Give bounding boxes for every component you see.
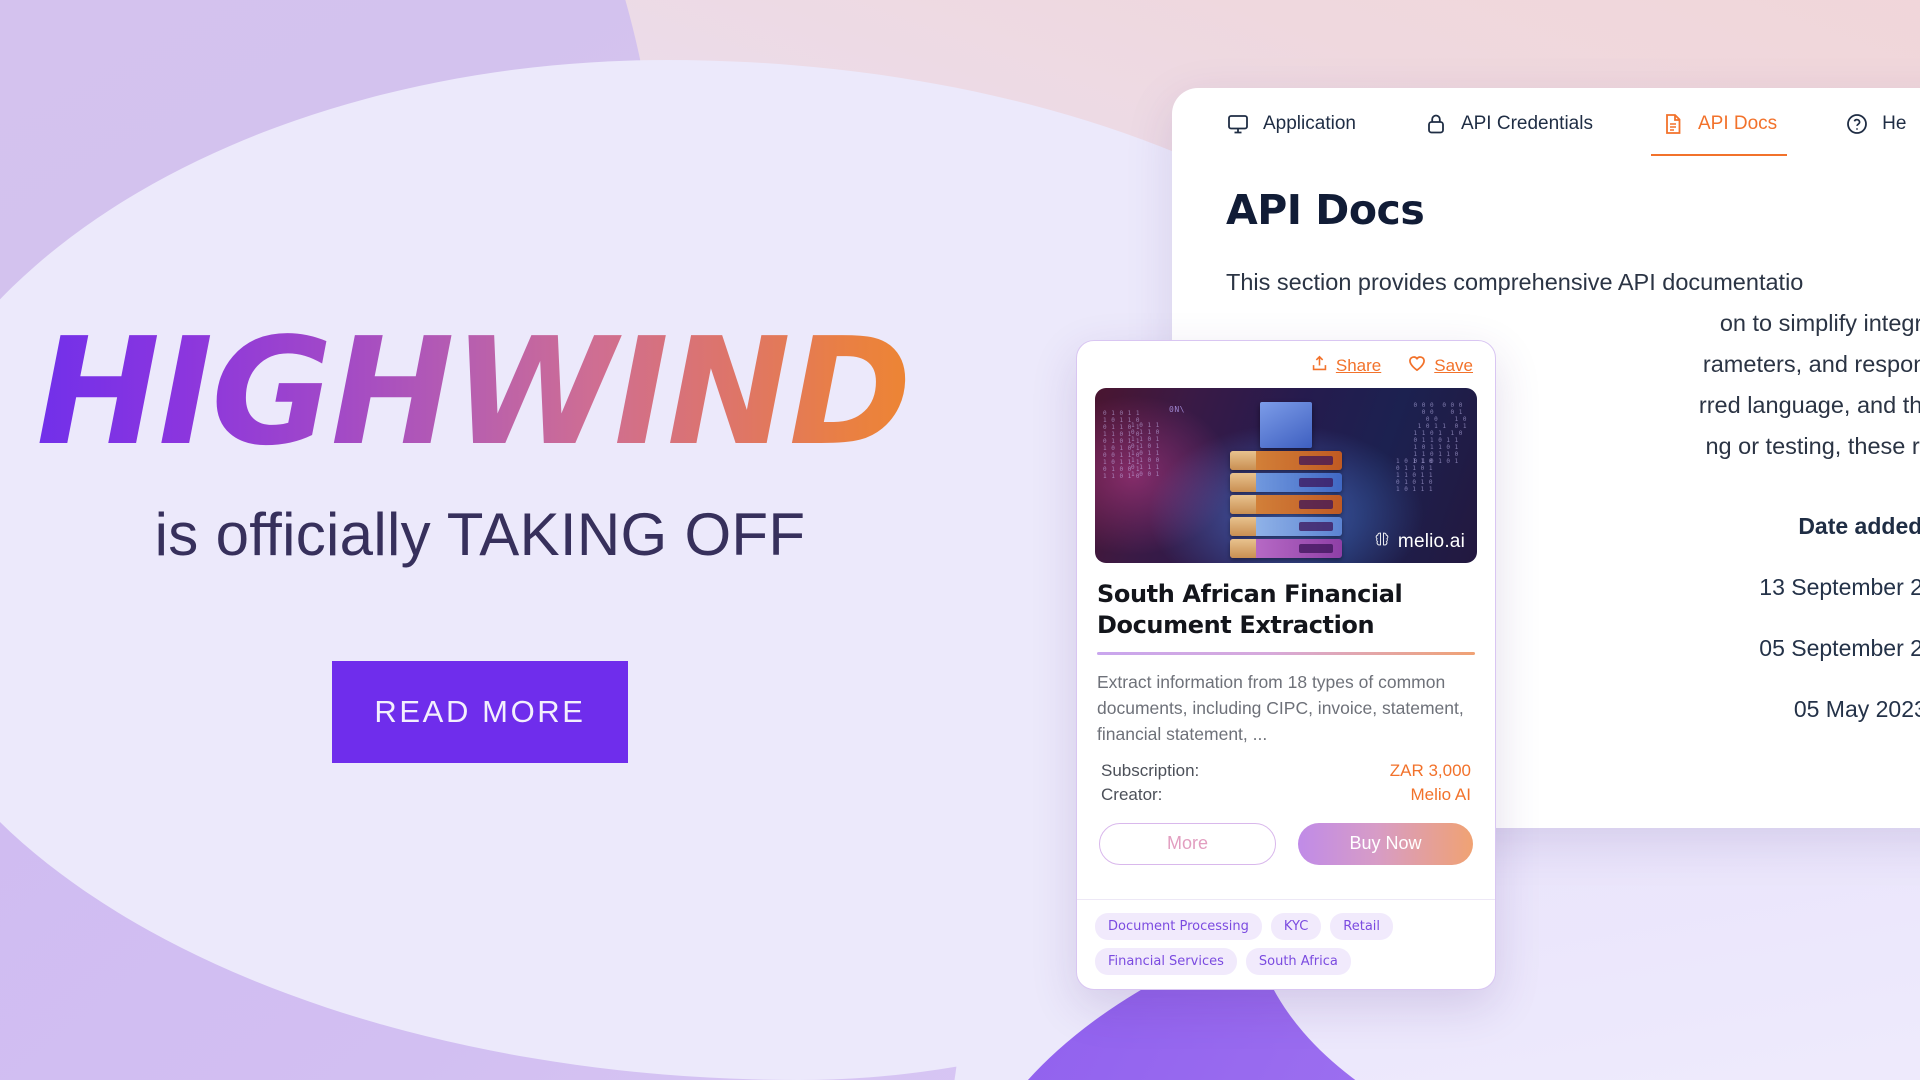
tag-south-africa[interactable]: South Africa [1245, 948, 1351, 975]
share-button[interactable]: Share [1310, 354, 1381, 378]
tab-api-docs[interactable]: API Docs [1650, 88, 1788, 160]
document-icon [1661, 112, 1685, 136]
question-circle-icon [1845, 112, 1869, 136]
tab-help[interactable]: He [1845, 88, 1906, 160]
doc-date-added: 13 September 2024 [1759, 574, 1920, 600]
tab-label: API Credentials [1460, 113, 1593, 134]
highwind-wordmark: HIGHWIND [36, 305, 911, 478]
meta-key: Creator: [1101, 784, 1163, 804]
monitor-icon [1226, 112, 1250, 136]
product-description: Extract information from 18 types of com… [1097, 671, 1464, 744]
tab-api-credentials[interactable]: API Credentials [1424, 88, 1593, 160]
product-title: South African Financial Document Extract… [1097, 580, 1403, 639]
buy-now-button[interactable]: Buy Now [1298, 822, 1473, 865]
brain-icon [1372, 529, 1392, 554]
tab-label: Application [1263, 113, 1356, 134]
books-illustration [1230, 402, 1342, 558]
lock-icon [1424, 112, 1448, 136]
melio-ai-logo: melio.ai [1372, 529, 1465, 554]
description-line: on to simplify integration. Explore [1719, 310, 1920, 336]
panel-tabbar: Application API Credentials API Docs He [1172, 88, 1920, 160]
save-label: Save [1434, 355, 1473, 375]
product-meta: Subscription: ZAR 3,000 Creator: Melio A… [1077, 747, 1495, 807]
read-more-button[interactable]: READ MORE [332, 660, 628, 763]
tag-financial-services[interactable]: Financial Services [1095, 948, 1237, 975]
product-tags: Document Processing KYC Retail Financial… [1077, 899, 1495, 989]
doc-date-added: 05 May 2023 [1793, 696, 1920, 722]
melio-ai-label: melio.ai [1397, 530, 1465, 552]
meta-value: ZAR 3,000 [1389, 760, 1471, 780]
save-button[interactable]: Save [1407, 353, 1473, 378]
product-card: Share Save 0 1 0 1 1 1 0 1 1 0 0 1 1 0 1… [1076, 340, 1496, 990]
page-title: API Docs [1226, 186, 1425, 234]
hero-section: HIGHWIND is officially TAKING OFF READ M… [0, 0, 960, 1080]
share-label: Share [1335, 355, 1382, 375]
meta-key: Subscription: [1101, 760, 1200, 780]
hero-tagline: is officially TAKING OFF [154, 500, 806, 568]
share-icon [1310, 354, 1329, 378]
doc-date-added: 05 September 2023 [1759, 635, 1920, 661]
tab-label: API Docs [1697, 113, 1778, 134]
meta-row-subscription: Subscription: ZAR 3,000 [1101, 759, 1471, 783]
meta-row-creator: Creator: Melio AI [1101, 783, 1471, 807]
tag-kyc[interactable]: KYC [1270, 913, 1322, 940]
product-image: 0 1 0 1 1 1 0 1 1 0 0 1 1 0 1 1 1 0 1 0 … [1095, 388, 1477, 563]
tab-label: He [1882, 113, 1907, 134]
heart-icon [1407, 353, 1427, 378]
description-line: This section provides comprehensive API … [1226, 269, 1804, 295]
tag-document-processing[interactable]: Document Processing [1095, 913, 1262, 940]
tab-application[interactable]: Application [1226, 88, 1356, 160]
more-button[interactable]: More [1099, 822, 1276, 865]
card-actions: Share Save [1077, 341, 1495, 386]
column-header-date-added: Date added [1798, 513, 1920, 539]
tag-retail[interactable]: Retail [1330, 913, 1394, 940]
meta-value: Melio AI [1410, 784, 1471, 804]
card-buttons: More Buy Now [1077, 807, 1495, 865]
